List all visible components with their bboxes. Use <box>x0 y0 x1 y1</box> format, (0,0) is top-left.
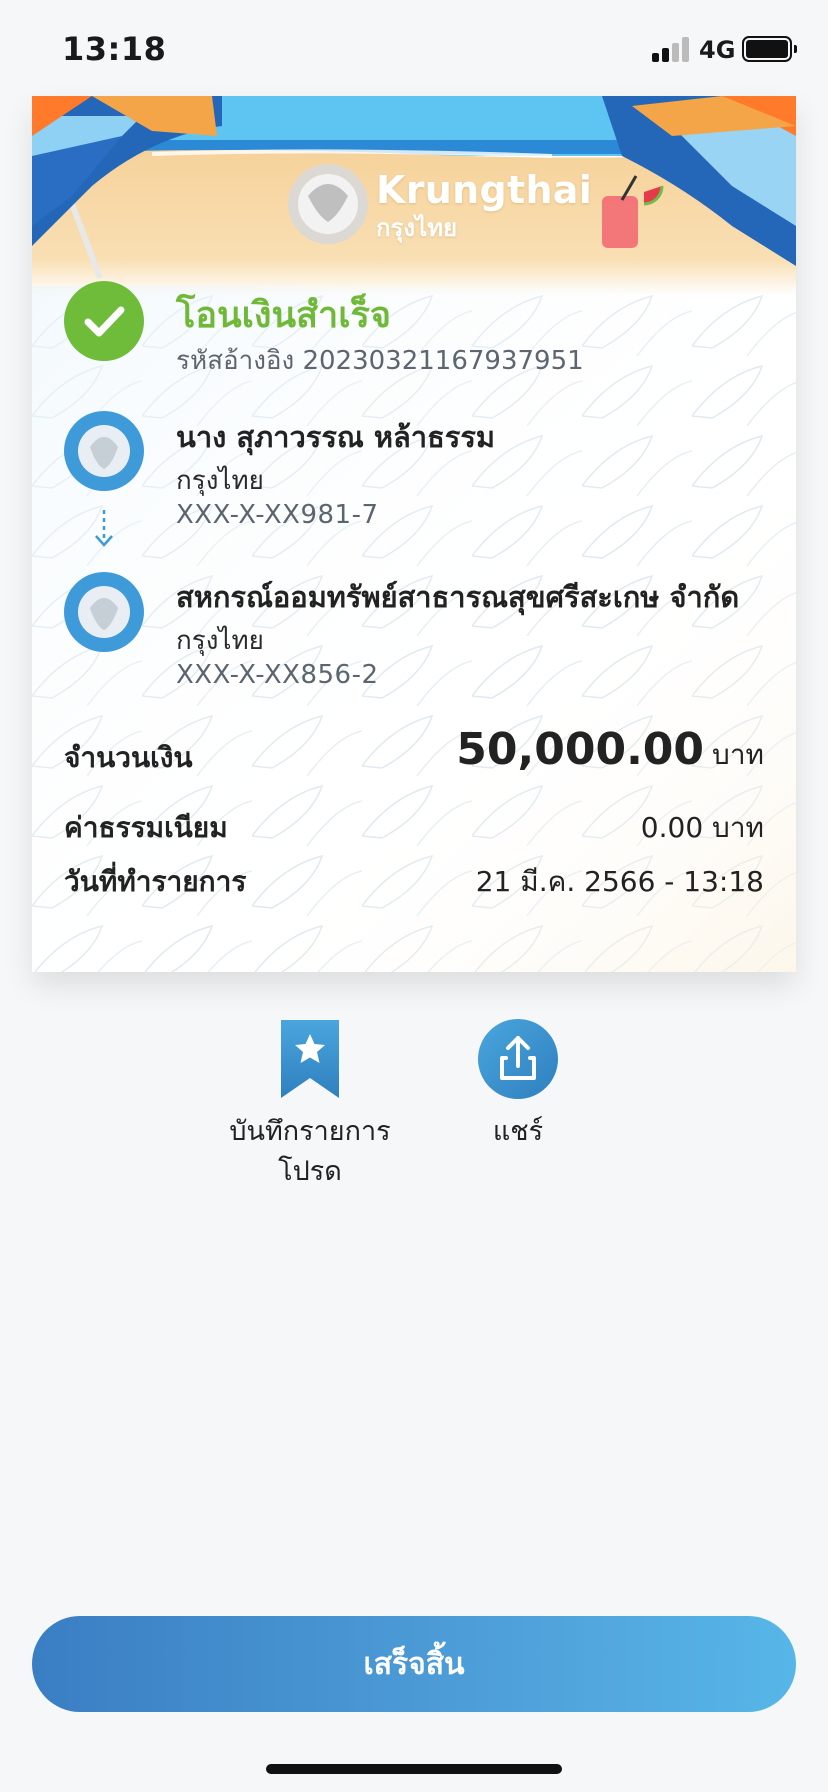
share-button[interactable]: แชร์ <box>460 1018 576 1152</box>
success-check-icon <box>64 281 144 361</box>
amount-value-row: 50,000.00 บาท <box>456 724 764 777</box>
share-icon <box>478 1019 558 1099</box>
receiver-bank: กรุงไทย <box>176 626 264 656</box>
amount-unit: บาท <box>712 738 764 771</box>
save-favorite-button[interactable]: บันทึกรายการ โปรด <box>222 1018 398 1192</box>
save-favorite-label-line1: บันทึกรายการ <box>229 1116 391 1147</box>
receiver-account: XXX-X-XX856-2 <box>176 660 379 690</box>
sender-account: XXX-X-XX981-7 <box>176 500 379 530</box>
share-label: แชร์ <box>492 1116 544 1147</box>
date-value: 21 มี.ค. 2566 - 13:18 <box>475 865 764 898</box>
sender-bank: กรุงไทย <box>176 466 264 496</box>
beach-banner: Krungthai กรุงไทย <box>32 96 796 296</box>
amount-value: 50,000.00 <box>456 724 705 775</box>
home-indicator <box>266 1764 562 1774</box>
done-button[interactable]: เสร็จสิ้น <box>32 1616 796 1712</box>
save-favorite-label-line2: โปรด <box>278 1156 342 1187</box>
amount-label: จำนวนเงิน <box>64 741 193 774</box>
transfer-status-title: โอนเงินสำเร็จ <box>176 295 391 336</box>
reference-number: รหัสอ้างอิง 2023032116793795‌1 <box>176 346 584 376</box>
receiver-bank-logo-icon <box>64 572 144 652</box>
bookmark-star-icon <box>281 1020 339 1098</box>
signal-icon <box>652 36 692 62</box>
krungthai-logo: Krungthai กรุงไทย <box>376 168 592 247</box>
sender-bank-logo-icon <box>64 411 144 491</box>
fee-value: 0.00 บาท <box>640 811 764 844</box>
logo-text-th: กรุงไทย <box>376 214 458 242</box>
receiver-name: สหกรณ์ออมทรัพย์สาธารณสุขศรีสะเกษ จำกัด <box>176 580 740 614</box>
date-label: วันที่ทำรายการ <box>64 865 247 898</box>
sender-name: นาง สุภาวรรณ หล้าธรรม <box>176 420 496 454</box>
transfer-arrow-icon <box>95 510 113 547</box>
status-bar: 13:18 4G <box>0 0 828 96</box>
battery-icon <box>742 36 797 62</box>
status-time: 13:18 <box>62 30 167 68</box>
network-type: 4G <box>699 36 736 64</box>
logo-text-en: Krungthai <box>376 168 593 212</box>
fee-label: ค่าธรรมเนียม <box>64 811 228 844</box>
transfer-receipt: Krungthai กรุงไทย โอนเงินสำเร็จ รหัสอ้าง… <box>32 96 796 972</box>
